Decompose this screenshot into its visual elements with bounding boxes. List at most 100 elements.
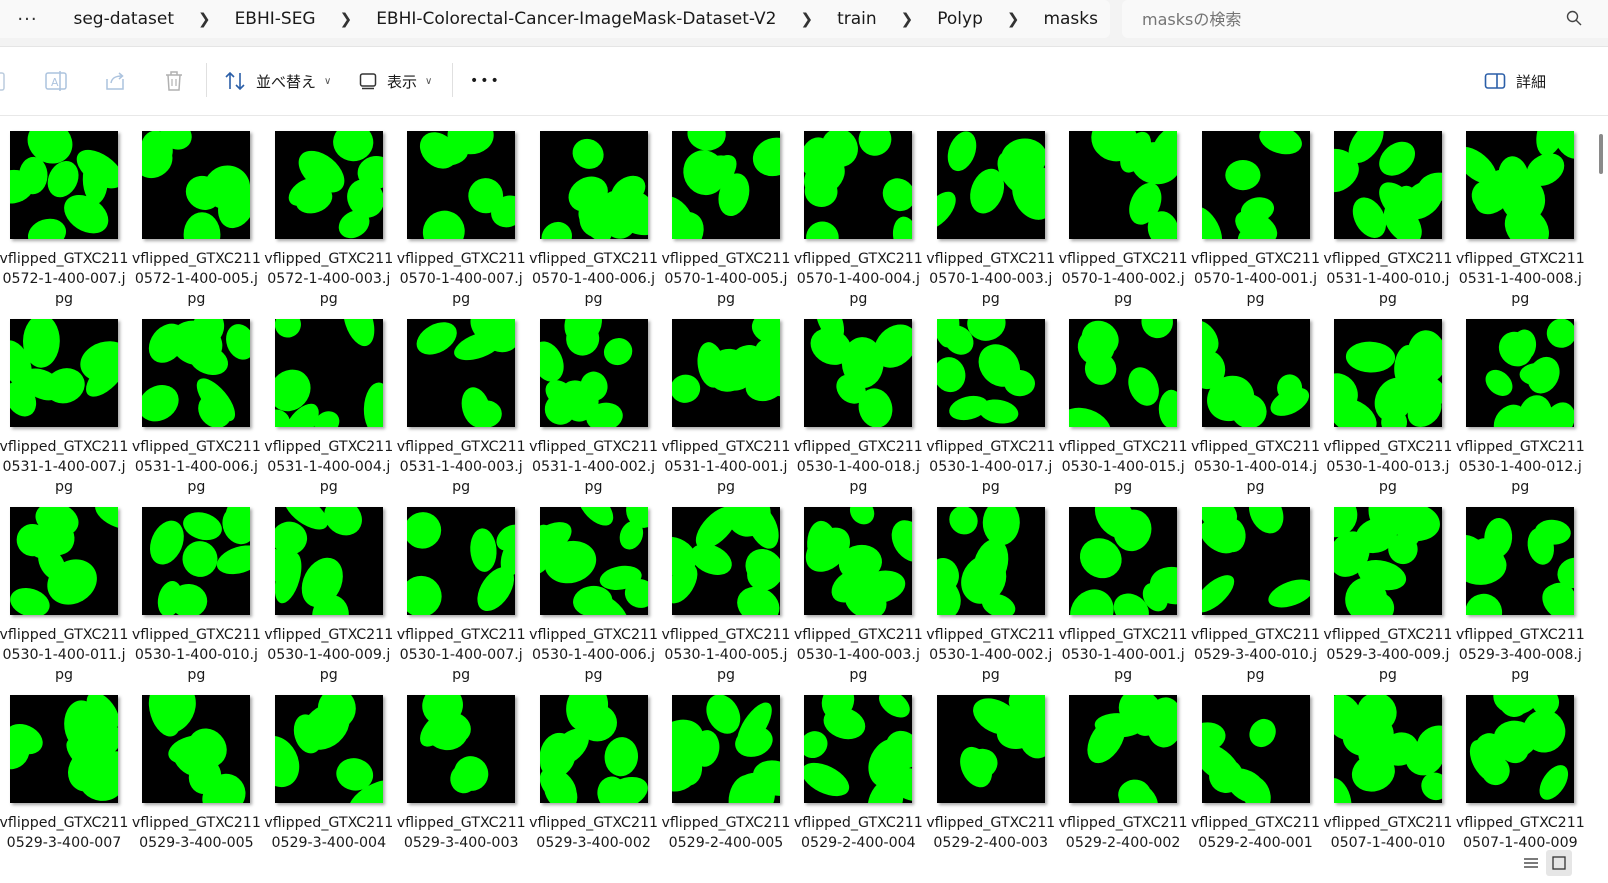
file-item[interactable]: vflipped_GTXC2110572-1-400-003.jpg [263, 131, 395, 319]
details-pane-icon [1484, 73, 1506, 89]
file-item[interactable]: vflipped_GTXC2110530-1-400-014.jpg [1190, 319, 1322, 507]
file-item[interactable]: vflipped_GTXC2110530-1-400-001.jpg [1057, 507, 1189, 695]
breadcrumb-item-train[interactable]: train [825, 9, 889, 29]
breadcrumb-item-dataset[interactable]: EBHI-Colorectal-Cancer-ImageMask-Dataset… [364, 9, 788, 29]
mask-thumbnail [671, 695, 780, 803]
file-item[interactable]: vflipped_GTXC2110529-2-400-004 [792, 695, 924, 883]
chevron-right-icon[interactable]: ❯ [186, 10, 223, 28]
file-name: vflipped_GTXC2110570-1-400-004.jpg [793, 251, 923, 307]
chevron-right-icon[interactable]: ❯ [889, 10, 926, 28]
delete-button[interactable] [164, 65, 184, 97]
file-item[interactable]: vflipped_GTXC2110570-1-400-004.jpg [792, 131, 924, 319]
chevron-right-icon[interactable]: ❯ [789, 10, 826, 28]
file-item[interactable]: vflipped_GTXC2110570-1-400-003.jpg [925, 131, 1057, 319]
file-item[interactable]: vflipped_GTXC2110570-1-400-002.jpg [1057, 131, 1189, 319]
share-button[interactable] [103, 65, 127, 97]
mask-thumbnail [10, 319, 118, 427]
file-item[interactable]: vflipped_GTXC2110531-1-400-002.jpg [528, 319, 660, 507]
file-item[interactable]: vflipped_GTXC2110530-1-400-015.jpg [1057, 319, 1189, 507]
file-item[interactable]: vflipped_GTXC2110529-3-400-002 [528, 695, 660, 883]
breadcrumb-overflow-button[interactable]: ··· [0, 9, 38, 30]
paste-button[interactable] [0, 65, 8, 97]
file-item[interactable]: vflipped_GTXC2110530-1-400-009.jpg [263, 507, 395, 695]
search-input[interactable] [1140, 8, 1544, 30]
mask-thumbnail [1201, 319, 1310, 427]
trash-icon [166, 71, 182, 91]
mask-thumbnail [936, 695, 1045, 803]
file-item[interactable]: vflipped_GTXC2110529-2-400-005 [660, 695, 792, 883]
file-name: vflipped_GTXC2110530-1-400-014.jpg [1191, 439, 1320, 495]
file-item[interactable]: vflipped_GTXC2110570-1-400-001.jpg [1190, 131, 1322, 319]
file-item[interactable]: vflipped_GTXC2110570-1-400-007.jpg [395, 131, 527, 319]
file-name: vflipped_GTXC2110529-2-400-003 [926, 815, 1056, 851]
more-options-button[interactable]: ••• [470, 65, 501, 97]
mask-thumbnail [407, 507, 516, 615]
file-name: vflipped_GTXC2110529-3-400-010.jpg [1191, 627, 1320, 683]
file-item[interactable]: vflipped_GTXC2110529-3-400-008.jpg [1454, 507, 1586, 695]
file-item[interactable]: vflipped_GTXC2110529-3-400-003 [395, 695, 527, 883]
file-item[interactable]: vflipped_GTXC2110530-1-400-003.jpg [792, 507, 924, 695]
rename-button[interactable]: A [44, 65, 68, 97]
sort-icon [225, 71, 245, 91]
search-box[interactable] [1122, 0, 1608, 38]
file-item[interactable]: vflipped_GTXC2110529-2-400-001 [1190, 695, 1322, 883]
file-item[interactable]: vflipped_GTXC2110530-1-400-018.jpg [792, 319, 924, 507]
file-item[interactable]: vflipped_GTXC2110530-1-400-010.jpg [130, 507, 262, 695]
file-item[interactable]: vflipped_GTXC2110530-1-400-005.jpg [660, 507, 792, 695]
thumbnail-view-toggle[interactable] [1546, 850, 1572, 876]
file-item[interactable]: vflipped_GTXC2110531-1-400-010.jpg [1322, 131, 1454, 319]
file-item[interactable]: vflipped_GTXC2110529-2-400-003 [925, 695, 1057, 883]
scrollbar-thumb[interactable] [1599, 134, 1603, 174]
chevron-right-icon[interactable]: ❯ [328, 10, 365, 28]
breadcrumb-item-masks[interactable]: masks [1031, 9, 1110, 29]
file-item[interactable]: vflipped_GTXC2110570-1-400-006.jpg [528, 131, 660, 319]
breadcrumb-item-polyp[interactable]: Polyp [925, 9, 995, 29]
file-item[interactable]: vflipped_GTXC2110530-1-400-002.jpg [925, 507, 1057, 695]
file-item[interactable]: vflipped_GTXC2110531-1-400-008.jpg [1454, 131, 1586, 319]
mask-thumbnail [1069, 507, 1178, 615]
breadcrumb-item-ebhi-seg[interactable]: EBHI-SEG [223, 9, 328, 29]
mask-thumbnail [1466, 507, 1575, 615]
file-item[interactable]: vflipped_GTXC2110531-1-400-006.jpg [130, 319, 262, 507]
file-name: vflipped_GTXC2110530-1-400-007.jpg [396, 627, 526, 683]
file-item[interactable]: vflipped_GTXC2110530-1-400-017.jpg [925, 319, 1057, 507]
file-name: vflipped_GTXC2110530-1-400-006.jpg [529, 627, 659, 683]
file-item[interactable]: vflipped_GTXC2110529-3-400-007 [0, 695, 130, 883]
breadcrumb-item-seg-dataset[interactable]: seg-dataset [61, 9, 186, 29]
file-item[interactable]: vflipped_GTXC2110529-3-400-009.jpg [1322, 507, 1454, 695]
file-item[interactable]: vflipped_GTXC2110572-1-400-007.jpg [0, 131, 130, 319]
file-item[interactable]: vflipped_GTXC2110507-1-400-010 [1322, 695, 1454, 883]
file-name: vflipped_GTXC2110530-1-400-018.jpg [793, 439, 923, 495]
file-item[interactable]: vflipped_GTXC2110529-3-400-004 [263, 695, 395, 883]
vertical-scrollbar[interactable] [1592, 118, 1608, 838]
file-item[interactable]: vflipped_GTXC2110529-3-400-010.jpg [1190, 507, 1322, 695]
file-item[interactable]: vflipped_GTXC2110530-1-400-012.jpg [1454, 319, 1586, 507]
file-item[interactable]: vflipped_GTXC2110529-3-400-005 [130, 695, 262, 883]
mask-thumbnail [274, 695, 383, 803]
file-item[interactable]: vflipped_GTXC2110530-1-400-011.jpg [0, 507, 130, 695]
file-name: vflipped_GTXC2110572-1-400-003.jpg [264, 251, 394, 307]
file-item[interactable]: vflipped_GTXC2110530-1-400-013.jpg [1322, 319, 1454, 507]
mask-thumbnail [1201, 131, 1310, 239]
chevron-right-icon[interactable]: ❯ [995, 10, 1032, 28]
file-item[interactable]: vflipped_GTXC2110531-1-400-003.jpg [395, 319, 527, 507]
share-icon [106, 72, 124, 90]
file-name: vflipped_GTXC2110530-1-400-005.jpg [661, 627, 791, 683]
details-pane-button[interactable]: 詳細 [1484, 65, 1546, 97]
details-view-toggle[interactable] [1518, 850, 1544, 876]
file-item[interactable]: vflipped_GTXC2110530-1-400-007.jpg [395, 507, 527, 695]
file-item[interactable]: vflipped_GTXC2110530-1-400-006.jpg [528, 507, 660, 695]
file-item[interactable]: vflipped_GTXC2110529-2-400-002 [1057, 695, 1189, 883]
file-item[interactable]: vflipped_GTXC2110572-1-400-005.jpg [130, 131, 262, 319]
view-button[interactable]: 表示 ∨ [359, 65, 432, 97]
file-name: vflipped_GTXC2110531-1-400-001.jpg [661, 439, 791, 495]
file-name: vflipped_GTXC2110530-1-400-015.jpg [1058, 439, 1188, 495]
search-icon[interactable] [1566, 10, 1582, 26]
file-item[interactable]: vflipped_GTXC2110531-1-400-007.jpg [0, 319, 130, 507]
sort-button[interactable]: 並べ替え ∨ [224, 65, 331, 97]
mask-thumbnail [1466, 131, 1575, 239]
file-item[interactable]: vflipped_GTXC2110570-1-400-005.jpg [660, 131, 792, 319]
file-item[interactable]: vflipped_GTXC2110531-1-400-001.jpg [660, 319, 792, 507]
file-name: vflipped_GTXC2110530-1-400-017.jpg [926, 439, 1056, 495]
file-item[interactable]: vflipped_GTXC2110531-1-400-004.jpg [263, 319, 395, 507]
